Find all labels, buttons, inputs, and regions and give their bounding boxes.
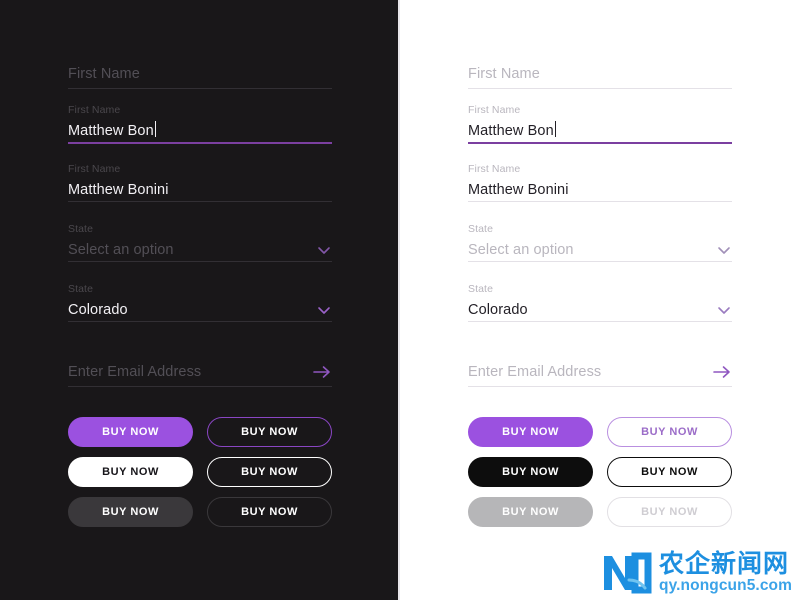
field-first-name-focused[interactable]: First Name Matthew Bon: [68, 104, 332, 144]
dark-form-column: First Name First Name Matthew Bon First …: [68, 0, 332, 600]
field-first-name-empty[interactable]: First Name: [68, 60, 332, 89]
field-state-filled[interactable]: State Colorado: [68, 283, 332, 322]
watermark-url-text: qy.nongcun5.com: [659, 577, 792, 594]
field-row: Select an option: [68, 236, 332, 260]
buy-now-button-disabled-filled: BUY NOW: [68, 497, 193, 527]
field-underline: [68, 321, 332, 322]
field-value-text: Matthew Bon: [468, 123, 554, 139]
field-row: Matthew Bon: [468, 117, 732, 141]
button-row: BUY NOW BUY NOW: [468, 497, 732, 527]
field-underline: [468, 321, 732, 322]
field-underline-focused: [68, 142, 332, 144]
buy-now-button-neutral-outlined[interactable]: BUY NOW: [607, 457, 732, 487]
field-row: Colorado: [468, 296, 732, 320]
field-row: Matthew Bonini: [68, 176, 332, 200]
watermark-chinese-text: 农企新闻网: [659, 549, 790, 578]
watermark-text-block: 农企新闻网 qy.nongcun5.com: [659, 549, 792, 595]
field-email-subscribe[interactable]: Enter Email Address: [68, 358, 332, 387]
field-first-name-filled[interactable]: First Name Matthew Bonini: [468, 163, 732, 202]
chevron-down-icon[interactable]: [716, 302, 732, 318]
field-placeholder-text: First Name: [468, 66, 540, 82]
field-underline: [468, 386, 732, 387]
field-row: Colorado: [68, 296, 332, 320]
field-value-text: Matthew Bon: [68, 123, 154, 139]
field-underline: [68, 88, 332, 89]
arrow-right-icon[interactable]: [712, 364, 732, 380]
buy-now-button-primary-outlined[interactable]: BUY NOW: [207, 417, 332, 447]
field-label: State: [468, 223, 494, 235]
field-label: State: [68, 223, 94, 235]
select-placeholder-text: Select an option: [68, 242, 174, 258]
button-row: BUY NOW BUY NOW: [68, 417, 332, 447]
field-underline: [68, 261, 332, 262]
field-underline-focused: [468, 142, 732, 144]
field-state-filled[interactable]: State Colorado: [468, 283, 732, 322]
buy-now-button-disabled-outlined: BUY NOW: [607, 497, 732, 527]
button-row: BUY NOW BUY NOW: [68, 497, 332, 527]
site-watermark: 农企新闻网 qy.nongcun5.com: [601, 550, 792, 594]
field-underline: [468, 201, 732, 202]
field-label: First Name: [68, 163, 121, 175]
text-caret: [154, 121, 156, 137]
buy-now-button-primary-filled[interactable]: BUY NOW: [68, 417, 193, 447]
select-value-text: Colorado: [468, 302, 528, 318]
select-placeholder-text: Select an option: [468, 242, 574, 258]
watermark-logo-icon: [604, 552, 652, 594]
field-first-name-focused[interactable]: First Name Matthew Bon: [468, 104, 732, 144]
field-underline: [68, 386, 332, 387]
dark-button-grid: BUY NOW BUY NOW BUY NOW BUY NOW BUY NOW …: [68, 417, 332, 537]
field-row: Matthew Bonini: [468, 176, 732, 200]
email-placeholder-text: Enter Email Address: [68, 364, 202, 380]
field-row: First Name: [468, 60, 732, 84]
buy-now-button-disabled-filled: BUY NOW: [468, 497, 593, 527]
field-label: First Name: [68, 104, 121, 116]
dark-theme-panel: First Name First Name Matthew Bon First …: [0, 0, 400, 600]
field-underline: [468, 261, 732, 262]
buy-now-button-neutral-filled[interactable]: BUY NOW: [68, 457, 193, 487]
arrow-right-icon[interactable]: [312, 364, 332, 380]
field-state-empty[interactable]: State Select an option: [68, 223, 332, 262]
field-underline: [468, 88, 732, 89]
component-showcase: First Name First Name Matthew Bon First …: [0, 0, 800, 600]
chevron-down-icon[interactable]: [716, 242, 732, 258]
light-form-column: First Name First Name Matthew Bon First …: [468, 0, 732, 600]
field-row: First Name: [68, 60, 332, 84]
chevron-down-icon[interactable]: [316, 242, 332, 258]
field-row: Matthew Bon: [68, 117, 332, 141]
light-theme-panel: First Name First Name Matthew Bon First …: [400, 0, 800, 600]
field-state-empty[interactable]: State Select an option: [468, 223, 732, 262]
button-row: BUY NOW BUY NOW: [68, 457, 332, 487]
button-row: BUY NOW BUY NOW: [468, 417, 732, 447]
select-value-text: Colorado: [68, 302, 128, 318]
buy-now-button-neutral-outlined[interactable]: BUY NOW: [207, 457, 332, 487]
field-value-wrap: Matthew Bon: [68, 121, 156, 141]
field-value-text: Matthew Bonini: [68, 182, 169, 198]
text-caret: [554, 121, 556, 137]
field-email-subscribe[interactable]: Enter Email Address: [468, 358, 732, 387]
button-row: BUY NOW BUY NOW: [468, 457, 732, 487]
light-button-grid: BUY NOW BUY NOW BUY NOW BUY NOW BUY NOW …: [468, 417, 732, 537]
buy-now-button-primary-outlined[interactable]: BUY NOW: [607, 417, 732, 447]
chevron-down-icon[interactable]: [316, 302, 332, 318]
field-row: Select an option: [468, 236, 732, 260]
field-underline: [68, 201, 332, 202]
field-label: First Name: [468, 104, 521, 116]
field-label: State: [468, 283, 494, 295]
field-label: First Name: [468, 163, 521, 175]
buy-now-button-disabled-outlined: BUY NOW: [207, 497, 332, 527]
field-row: Enter Email Address: [68, 358, 332, 382]
buy-now-button-neutral-filled[interactable]: BUY NOW: [468, 457, 593, 487]
email-placeholder-text: Enter Email Address: [468, 364, 602, 380]
field-value-text: Matthew Bonini: [468, 182, 569, 198]
field-row: Enter Email Address: [468, 358, 732, 382]
field-value-wrap: Matthew Bon: [468, 121, 556, 141]
field-placeholder-text: First Name: [68, 66, 140, 82]
field-first-name-empty[interactable]: First Name: [468, 60, 732, 89]
field-label: State: [68, 283, 94, 295]
buy-now-button-primary-filled[interactable]: BUY NOW: [468, 417, 593, 447]
field-first-name-filled[interactable]: First Name Matthew Bonini: [68, 163, 332, 202]
